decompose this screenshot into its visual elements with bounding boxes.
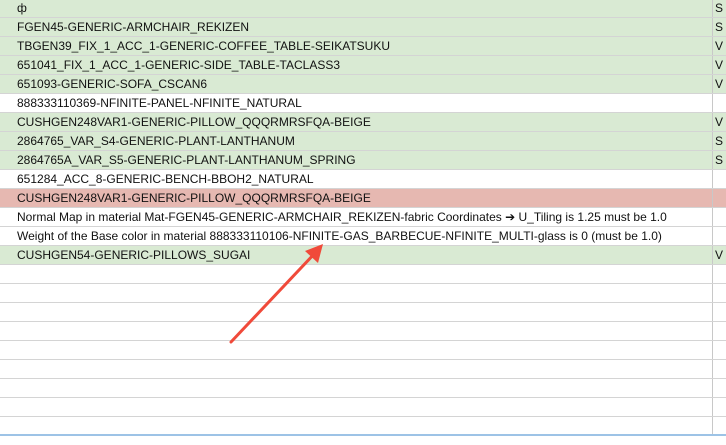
spreadsheet-row [0,322,726,341]
spreadsheet-row [0,398,726,417]
spreadsheet-row: CUSHGEN248VAR1-GENERIC-PILLOW_QQQRMRSFQA… [0,113,726,132]
cell-column-a[interactable]: 2864765A_VAR_S5-GENERIC-PLANT-LANTHANUM_… [0,151,713,169]
spreadsheet-row [0,284,726,303]
cell-column-b[interactable] [713,341,726,359]
cell-column-a[interactable]: TBGEN39_FIX_1_ACC_1-GENERIC-COFFEE_TABLE… [0,37,713,55]
cell-column-b[interactable]: S [713,18,726,36]
cell-column-a[interactable] [0,265,713,283]
cell-column-b[interactable] [713,208,726,226]
spreadsheet-row: TBGEN39_FIX_1_ACC_1-GENERIC-COFFEE_TABLE… [0,37,726,56]
spreadsheet-row: CUSHGEN248VAR1-GENERIC-PILLOW_QQQRMRSFQA… [0,189,726,208]
spreadsheet-row: 651093-GENERIC-SOFA_CSCAN6 V [0,75,726,94]
cell-column-a[interactable] [0,284,713,302]
cell-column-a[interactable]: Normal Map in material Mat-FGEN45-GENERI… [0,208,713,226]
cell-column-b[interactable] [713,417,726,435]
cell-column-a[interactable]: 888333110369-NFINITE-PANEL-NFINITE_NATUR… [0,94,713,112]
active-cell-border [0,434,726,436]
spreadsheet-row [0,379,726,398]
cell-column-a[interactable]: 651284_ACC_8-GENERIC-BENCH-BBOH2_NATURAL [0,170,713,188]
cell-column-a[interactable] [0,417,713,435]
cell-column-b[interactable]: V [713,56,726,74]
spreadsheet-row: 2864765_VAR_S4-GENERIC-PLANT-LANTHANUM S [0,132,726,151]
spreadsheet-row [0,360,726,379]
cell-column-a[interactable]: FGEN45-GENERIC-ARMCHAIR_REKIZEN [0,18,713,36]
cell-column-b[interactable]: V [713,246,726,264]
cell-column-b[interactable] [713,265,726,283]
cell-column-a[interactable]: Weight of the Base color in material 888… [0,227,713,245]
cell-column-b[interactable] [713,322,726,340]
cell-column-b[interactable] [713,398,726,416]
cell-column-b[interactable] [713,360,726,378]
cell-column-a[interactable] [0,322,713,340]
cell-column-b[interactable]: S [713,151,726,169]
cell-column-a[interactable] [0,303,713,321]
cell-column-a[interactable] [0,379,713,397]
cell-column-b[interactable]: V [713,75,726,93]
spreadsheet-row: 651284_ACC_8-GENERIC-BENCH-BBOH2_NATURAL [0,170,726,189]
cell-column-b[interactable]: V [713,37,726,55]
spreadsheet-row: 888333110369-NFINITE-PANEL-NFINITE_NATUR… [0,94,726,113]
spreadsheet-row [0,341,726,360]
cell-column-b[interactable]: S [713,0,726,17]
cell-column-b[interactable] [713,303,726,321]
spreadsheet-row: фS [0,0,726,18]
spreadsheet-row: 2864765A_VAR_S5-GENERIC-PLANT-LANTHANUM_… [0,151,726,170]
cell-column-b[interactable] [713,379,726,397]
cell-column-a[interactable]: CUSHGEN248VAR1-GENERIC-PILLOW_QQQRMRSFQA… [0,189,713,207]
spreadsheet-row: 651041_FIX_1_ACC_1-GENERIC-SIDE_TABLE-TA… [0,56,726,75]
cell-column-a[interactable] [0,360,713,378]
cell-column-b[interactable] [713,94,726,112]
cell-column-b[interactable]: V [713,113,726,131]
cell-column-a[interactable]: 651041_FIX_1_ACC_1-GENERIC-SIDE_TABLE-TA… [0,56,713,74]
spreadsheet-row: Weight of the Base color in material 888… [0,227,726,246]
cell-column-a[interactable]: 651093-GENERIC-SOFA_CSCAN6 [0,75,713,93]
cell-column-b[interactable] [713,227,726,245]
cell-column-b[interactable] [713,170,726,188]
cell-column-a[interactable]: 2864765_VAR_S4-GENERIC-PLANT-LANTHANUM [0,132,713,150]
cell-column-a[interactable]: CUSHGEN54-GENERIC-PILLOWS_SUGAI [0,246,713,264]
cell-column-a[interactable]: CUSHGEN248VAR1-GENERIC-PILLOW_QQQRMRSFQA… [0,113,713,131]
spreadsheet-row [0,265,726,284]
spreadsheet-row [0,303,726,322]
cell-column-a[interactable] [0,341,713,359]
spreadsheet-row: FGEN45-GENERIC-ARMCHAIR_REKIZEN S [0,18,726,37]
spreadsheet-grid: ф S FGEN45-GENERIC-ARMCHAIR_REKIZEN S TBGEN3… [0,0,726,445]
cell-column-a[interactable] [0,398,713,416]
spreadsheet-row: Normal Map in material Mat-FGEN45-GENERI… [0,208,726,227]
cell-column-a[interactable]: ф [0,0,713,17]
spreadsheet-row: CUSHGEN54-GENERIC-PILLOWS_SUGAI V [0,246,726,265]
cell-column-b[interactable] [713,284,726,302]
cell-column-b[interactable] [713,189,726,207]
cell-column-b[interactable]: S [713,132,726,150]
